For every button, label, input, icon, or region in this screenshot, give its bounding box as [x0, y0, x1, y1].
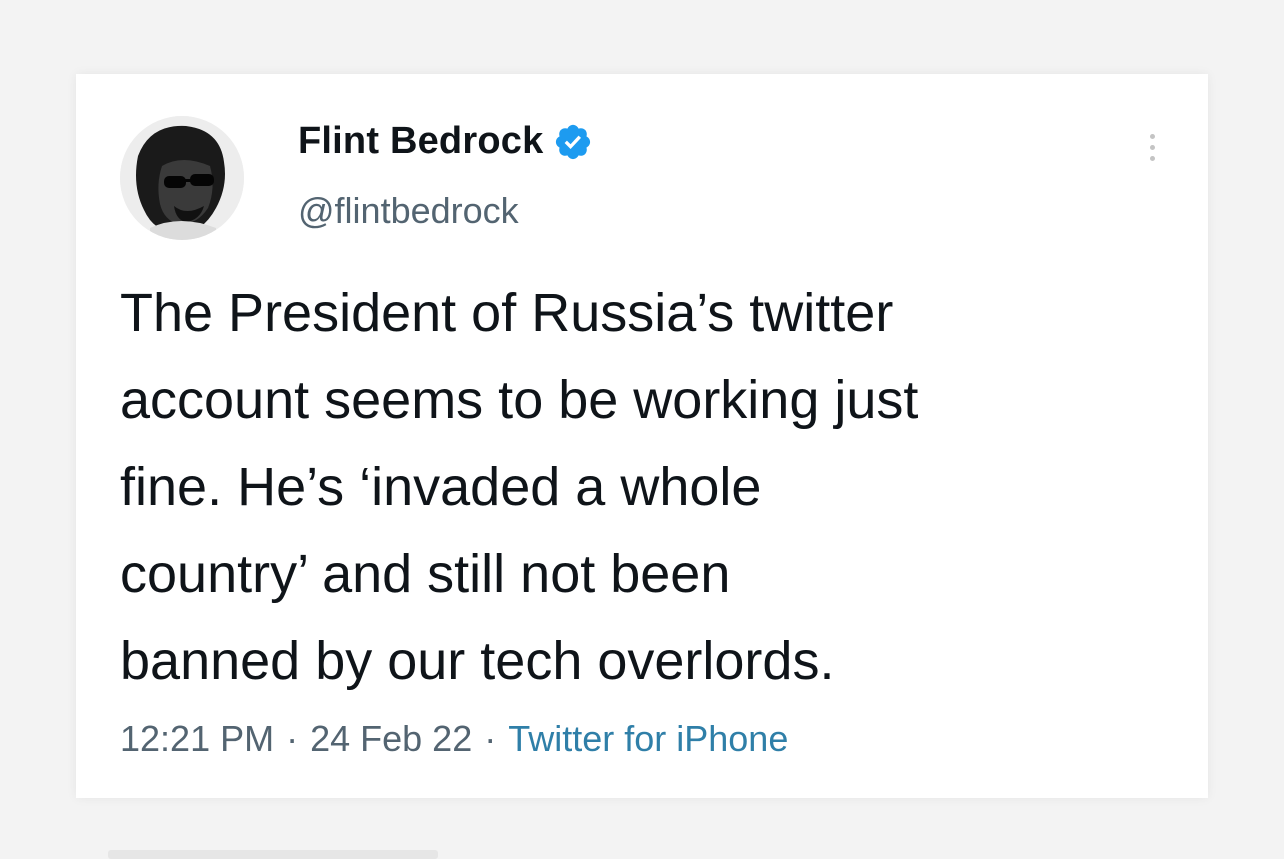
- author-name[interactable]: Flint Bedrock: [298, 120, 543, 163]
- tweet-card: Flint Bedrock @flintbedrock The Presiden…: [76, 74, 1208, 798]
- meta-separator: ·: [484, 718, 497, 759]
- author-avatar[interactable]: [120, 116, 244, 240]
- tweet-source-link[interactable]: Twitter for iPhone: [508, 718, 788, 759]
- tweet-time[interactable]: 12:21 PM: [120, 718, 274, 759]
- cropped-content-hint: [108, 850, 438, 859]
- tweet-meta: 12:21 PM · 24 Feb 22 · Twitter for iPhone: [120, 718, 788, 760]
- author-name-row: Flint Bedrock: [298, 120, 593, 163]
- meta-separator: ·: [286, 718, 299, 759]
- author-handle[interactable]: @flintbedrock: [298, 190, 519, 232]
- avatar-image: [120, 116, 244, 240]
- verified-badge-icon: [553, 122, 593, 162]
- more-options-icon[interactable]: [1144, 134, 1160, 170]
- tweet-date[interactable]: 24 Feb 22: [310, 718, 472, 759]
- tweet-text: The President of Russia’s twitter accoun…: [120, 283, 919, 691]
